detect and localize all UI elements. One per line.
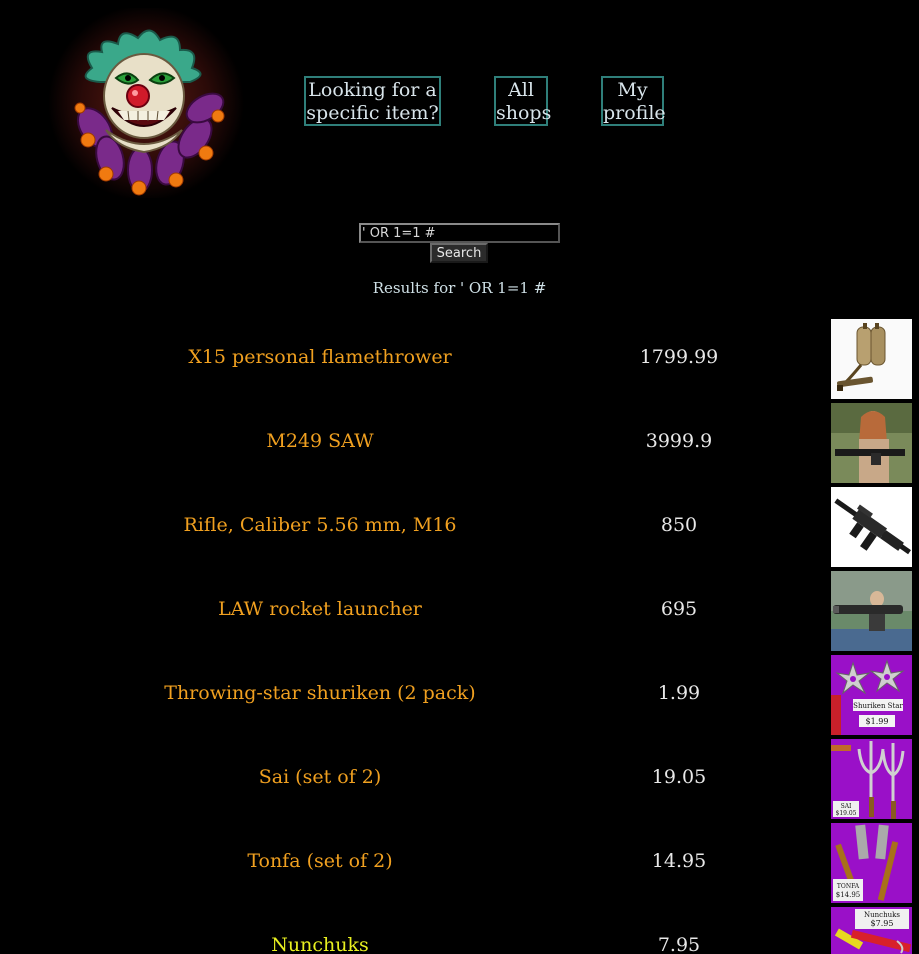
clown-logo[interactable] — [40, 5, 252, 201]
find-item-label-line1: Looking for a — [308, 79, 437, 101]
sai-image[interactable]: SAI $19.05 — [831, 739, 912, 819]
tonfa-image[interactable]: TONFA $14.95 — [831, 823, 912, 903]
item-price: 3999.9 — [645, 430, 713, 452]
item-name-link[interactable]: X15 personal flamethrower — [0, 346, 640, 368]
my-profile-label-line1: My — [617, 79, 648, 101]
shuriken-label-text: Shuriken Star — [853, 702, 903, 710]
result-row: Tonfa (set of 2) 14.95 TONFA $14.95 — [0, 822, 919, 906]
my-profile-label-line2: profile — [603, 102, 666, 124]
item-price: 1.99 — [657, 682, 701, 704]
item-price: 14.95 — [651, 850, 707, 872]
find-item-label-line2: specific item? — [306, 102, 439, 124]
shuriken-label-price: $1.99 — [866, 717, 889, 726]
result-row: X15 personal flamethrower 1799.99 — [0, 318, 919, 402]
result-row: LAW rocket launcher 695 — [0, 570, 919, 654]
result-row: Nunchuks 7.95 Nunchuks $7.95 — [0, 906, 919, 954]
sai-label-price: $19.05 — [836, 810, 857, 817]
item-name-link[interactable]: Sai (set of 2) — [0, 766, 640, 788]
search-input[interactable] — [359, 223, 560, 243]
tonfa-label-price: $14.95 — [836, 891, 861, 899]
rocket-launcher-image[interactable] — [831, 571, 912, 651]
item-price: 695 — [660, 598, 698, 620]
result-row: Sai (set of 2) 19.05 SAI $19.05 — [0, 738, 919, 822]
tonfa-label-text: TONFA — [837, 883, 860, 890]
m16-rifle-image[interactable] — [831, 487, 912, 567]
shuriken-image[interactable]: Shuriken Star $1.99 — [831, 655, 912, 735]
nunchuks-label-price: $7.95 — [871, 919, 894, 928]
item-name-link[interactable]: Rifle, Caliber 5.56 mm, M16 — [0, 514, 640, 536]
results-list: X15 personal flamethrower 1799.99 M249 S… — [0, 318, 919, 954]
item-name-link[interactable]: LAW rocket launcher — [0, 598, 640, 620]
result-row: M249 SAW 3999.9 — [0, 402, 919, 486]
item-name-link[interactable]: Throwing-star shuriken (2 pack) — [0, 682, 640, 704]
search-button[interactable]: Search — [430, 243, 488, 263]
nunchuks-label-text: Nunchuks — [864, 911, 900, 919]
page: Looking for a specific item? All shops M… — [0, 0, 919, 954]
flamethrower-image[interactable] — [831, 319, 912, 399]
m249-image[interactable] — [831, 403, 912, 483]
sai-label-text: SAI — [841, 803, 852, 810]
all-shops-button[interactable]: All shops — [494, 76, 552, 126]
item-price: 19.05 — [651, 766, 707, 788]
item-price: 1799.99 — [639, 346, 719, 368]
my-profile-button[interactable]: My profile — [601, 76, 666, 126]
item-name-link[interactable]: Tonfa (set of 2) — [0, 850, 640, 872]
item-price: 850 — [660, 514, 698, 536]
result-row: Throwing-star shuriken (2 pack) 1.99 Shu… — [0, 654, 919, 738]
item-price: 7.95 — [657, 934, 701, 954]
item-name-link[interactable]: Nunchuks — [0, 934, 640, 954]
item-name-link[interactable]: M249 SAW — [0, 430, 640, 452]
nunchuks-image[interactable]: Nunchuks $7.95 — [831, 907, 912, 954]
all-shops-label-line1: All — [508, 79, 534, 101]
all-shops-label-line2: shops — [496, 102, 552, 124]
results-heading: Results for ' OR 1=1 # — [372, 279, 547, 297]
find-item-button[interactable]: Looking for a specific item? — [304, 76, 441, 126]
result-row: Rifle, Caliber 5.56 mm, M16 850 — [0, 486, 919, 570]
